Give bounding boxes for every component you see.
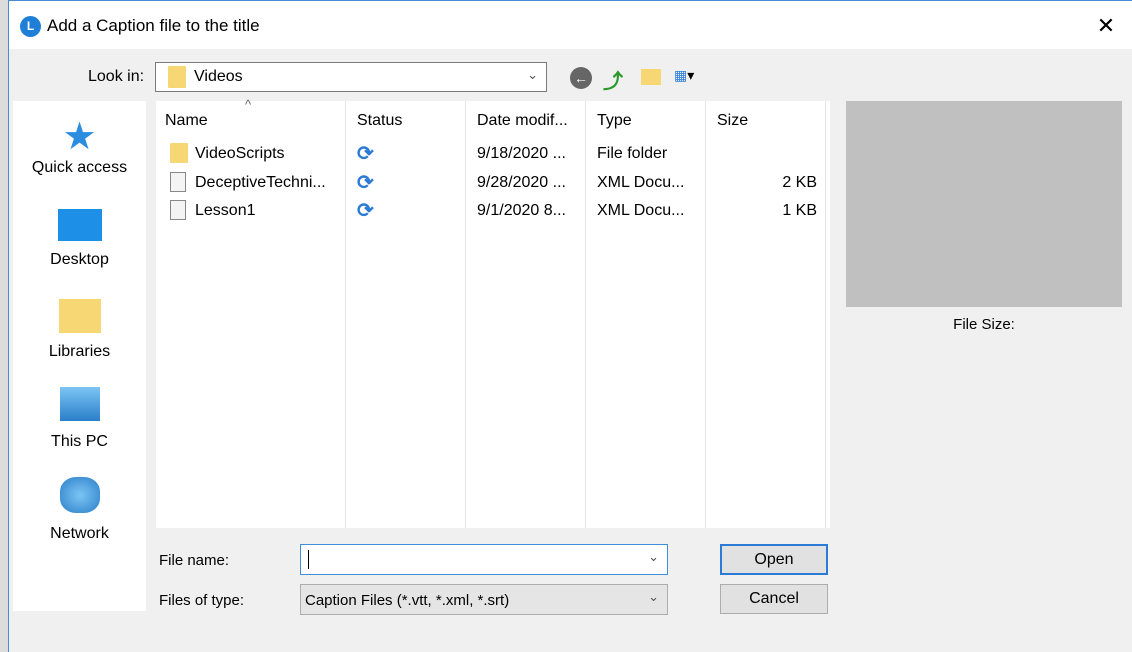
file-size-label: File Size:: [953, 316, 1015, 333]
chevron-down-icon: ⌄: [527, 67, 538, 82]
header-type[interactable]: Type: [597, 112, 632, 130]
place-label: Network: [50, 525, 109, 542]
file-list[interactable]: ^ Name Status Date modif... Type Size Vi…: [156, 97, 830, 528]
up-folder-icon[interactable]: ⤴: [603, 65, 627, 93]
file-type-label: Files of type:: [159, 592, 245, 609]
file-type: XML Docu...: [597, 202, 685, 219]
close-button[interactable]: ✕: [1091, 11, 1121, 41]
open-button[interactable]: Open: [720, 544, 828, 575]
chevron-down-icon[interactable]: ⌄: [648, 549, 659, 565]
file-name: VideoScripts: [195, 145, 285, 162]
computer-icon: [59, 387, 100, 421]
place-this-pc[interactable]: This PC: [13, 387, 146, 451]
look-in-label: Look in:: [88, 68, 145, 85]
place-label: Libraries: [48, 343, 111, 360]
xml-file-icon: [170, 200, 186, 220]
sync-icon: ⟳: [357, 172, 374, 194]
text-cursor: [308, 550, 309, 569]
file-size: 2 KB: [782, 174, 817, 191]
file-name: Lesson1: [195, 202, 256, 219]
chevron-down-icon: ⌄: [648, 589, 659, 604]
back-icon[interactable]: ←: [570, 67, 592, 89]
column-size: [706, 101, 826, 528]
places-bar: ★ Quick access Desktop Libraries This PC…: [13, 101, 146, 611]
star-icon: ★: [62, 116, 97, 158]
file-type: XML Docu...: [597, 174, 685, 191]
place-desktop[interactable]: Desktop: [13, 209, 146, 269]
file-name-label: File name:: [159, 552, 230, 569]
header-date[interactable]: Date modif...: [477, 112, 568, 130]
place-label: This PC: [51, 433, 108, 450]
cancel-button[interactable]: Cancel: [720, 584, 828, 614]
file-type-dropdown[interactable]: Caption Files (*.vtt, *.xml, *.srt) ⌄: [300, 584, 668, 615]
file-name-input[interactable]: ⌄: [300, 544, 668, 575]
sync-icon: ⟳: [357, 200, 374, 222]
folder-icon: [170, 143, 188, 163]
look-in-value: Videos: [194, 68, 243, 85]
title-bar: L Add a Caption file to the title ✕: [9, 1, 1132, 49]
place-quick-access[interactable]: ★ Quick access: [13, 116, 146, 177]
column-date: [466, 101, 586, 528]
view-menu-icon[interactable]: ▦▾: [674, 67, 712, 89]
place-network[interactable]: Network: [13, 477, 146, 543]
place-label: Desktop: [50, 251, 109, 268]
column-name: [156, 101, 346, 528]
sort-ascending-icon: ^: [245, 97, 252, 112]
header-size[interactable]: Size: [717, 112, 748, 130]
xml-file-icon: [170, 172, 186, 192]
file-type-value: Caption Files (*.vtt, *.xml, *.srt): [305, 592, 510, 609]
file-date: 9/1/2020 8...: [477, 202, 566, 219]
header-name[interactable]: Name: [165, 112, 208, 130]
file-date: 9/28/2020 ...: [477, 174, 566, 191]
column-type: [586, 101, 706, 528]
sync-icon: ⟳: [357, 143, 374, 165]
file-date: 9/18/2020 ...: [477, 145, 566, 162]
folder-icon: [168, 66, 186, 88]
libraries-icon: [58, 299, 101, 333]
desktop-icon: [57, 209, 102, 241]
window-title: Add a Caption file to the title: [47, 16, 260, 35]
network-icon: [59, 477, 100, 513]
app-icon: L: [20, 16, 41, 37]
place-label: Quick access: [31, 159, 128, 176]
dialog-window: L Add a Caption file to the title ✕ Look…: [8, 0, 1132, 652]
header-status[interactable]: Status: [357, 112, 402, 130]
look-in-dropdown[interactable]: Videos ⌄: [155, 62, 547, 92]
file-name: DeceptiveTechni...: [195, 174, 326, 191]
new-folder-icon[interactable]: [641, 69, 661, 85]
file-size: 1 KB: [782, 202, 817, 219]
preview-pane: [846, 101, 1122, 307]
place-libraries[interactable]: Libraries: [13, 299, 146, 361]
file-type: File folder: [597, 145, 668, 162]
